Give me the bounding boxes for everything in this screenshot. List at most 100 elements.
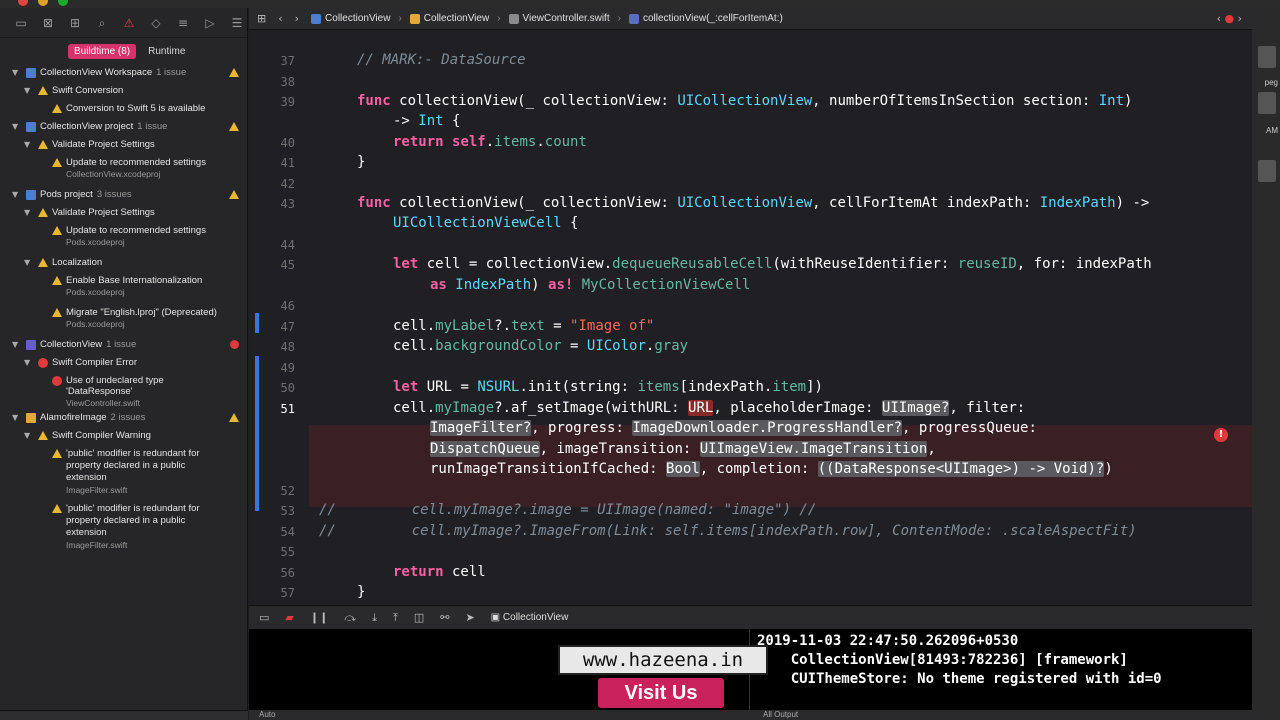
placeholder-token[interactable]: UIImage?: [881, 400, 950, 416]
disclosure-triangle-icon[interactable]: ▼: [24, 431, 30, 440]
forward-arrow-icon[interactable]: ›: [295, 12, 299, 25]
issue-label: 'public' modifier is redundant for: [66, 448, 200, 459]
error-icon[interactable]: !: [1214, 428, 1228, 442]
right-panel-thumb[interactable]: [1258, 92, 1276, 114]
issue-group-row[interactable]: ▼ AlamofireImage 2 issues: [0, 411, 248, 429]
issue-row[interactable]: Use of undeclared type 'DataResponse' View…: [0, 374, 248, 411]
previous-issue-icon[interactable]: ‹: [1217, 12, 1221, 25]
pause-icon[interactable]: ❙❙: [310, 611, 328, 624]
placeholder-token[interactable]: DispatchQueue: [430, 441, 540, 457]
right-panel-thumb[interactable]: [1258, 160, 1276, 182]
breakpoint-icon[interactable]: ▷: [203, 17, 217, 29]
disclosure-triangle-icon[interactable]: ▼: [12, 122, 18, 131]
warning-icon: [52, 276, 62, 285]
right-panel-thumb[interactable]: [1258, 46, 1276, 68]
issue-category-row[interactable]: ▼ Swift Compiler Error: [0, 356, 248, 374]
code-token: gray: [654, 338, 689, 354]
issue-group-row[interactable]: ▼ CollectionView 1 issue: [0, 338, 248, 356]
disclosure-triangle-icon[interactable]: ▼: [24, 140, 30, 149]
step-over-icon[interactable]: ⤼: [344, 611, 356, 625]
disclosure-triangle-icon[interactable]: ▼: [12, 190, 18, 199]
warning-icon: [38, 86, 48, 95]
disclosure-triangle-icon[interactable]: ▼: [12, 340, 18, 349]
disclosure-triangle-icon[interactable]: ▼: [24, 358, 30, 367]
next-issue-icon[interactable]: ›: [1238, 12, 1242, 25]
breadcrumb-method[interactable]: collectionView(_:cellForItemAt:): [628, 13, 783, 24]
placeholder-token[interactable]: URL: [688, 400, 714, 416]
method-icon: [628, 13, 639, 24]
debug-target[interactable]: ▣ CollectionView: [491, 612, 569, 623]
console-output-select[interactable]: All Output: [763, 710, 798, 719]
code-editor[interactable]: ! 37 // MARK:- DataSource 38 39 func collect…: [249, 38, 1252, 608]
disclosure-triangle-icon[interactable]: ▼: [12, 68, 18, 77]
project-file-icon: [26, 68, 36, 78]
navigator-filter-bar[interactable]: [0, 710, 248, 720]
line-number: 46: [280, 299, 295, 313]
breadcrumb-project[interactable]: CollectionView: [311, 13, 390, 24]
issue-warning-icon[interactable]: ⚠: [122, 17, 136, 29]
error-indicator-icon[interactable]: ●: [1224, 12, 1234, 25]
placeholder-token[interactable]: UIImageView.ImageTransition: [699, 441, 928, 457]
memory-graph-icon[interactable]: ⚯: [440, 611, 449, 624]
code-line: }: [357, 584, 365, 600]
step-out-icon[interactable]: ⤒: [393, 611, 398, 625]
issue-row[interactable]: 'public' modifier is redundant for proper…: [0, 447, 248, 502]
buildtime-tab[interactable]: Buildtime (8): [68, 43, 137, 59]
code-token: ?.af_setImage(withURL:: [494, 400, 689, 416]
source-control-icon[interactable]: ⊠: [41, 17, 55, 29]
placeholder-token[interactable]: ((DataResponse<UIImage>) -> Void)?: [817, 461, 1105, 477]
code-token: ?.: [494, 318, 512, 334]
issue-row[interactable]: Update to recommended settings Collection…: [0, 156, 248, 188]
issue-label: Conversion to Swift 5 is available: [66, 103, 206, 114]
runtime-tab[interactable]: Runtime: [142, 44, 191, 59]
issue-row[interactable]: 'public' modifier is redundant for proper…: [0, 502, 248, 557]
code-token: , progressQueue:: [902, 420, 1037, 436]
disclosure-triangle-icon[interactable]: ▼: [12, 413, 18, 422]
issue-category-row[interactable]: ▼ Swift Compiler Warning: [0, 429, 248, 447]
disclosure-triangle-icon[interactable]: ▼: [24, 86, 30, 95]
breakpoints-toggle-icon[interactable]: ▰: [285, 611, 293, 624]
placeholder-token[interactable]: ImageDownloader.ProgressHandler?: [632, 420, 903, 436]
disclosure-triangle-icon[interactable]: ▼: [24, 208, 30, 217]
code-token: myLabel: [435, 318, 495, 334]
view-hierarchy-icon[interactable]: ◫: [414, 611, 424, 624]
issue-row[interactable]: Update to recommended settings Pods.xcode…: [0, 224, 248, 256]
code-token: // MARK:- DataSource: [357, 52, 526, 68]
issue-group-row[interactable]: ▼ Pods project 3 issues: [0, 188, 248, 206]
issue-label: Validate Project Settings: [52, 139, 155, 150]
issue-group-row[interactable]: ▼ CollectionView Workspace 1 issue: [0, 66, 248, 84]
close-window-icon[interactable]: [18, 0, 28, 6]
grid-icon[interactable]: ⊞: [257, 12, 266, 25]
issue-row[interactable]: Migrate "English.lproj" (Deprecated) Pods…: [0, 306, 248, 338]
issue-group-row[interactable]: ▼ CollectionView project 1 issue: [0, 120, 248, 138]
issue-category-row[interactable]: ▼ Validate Project Settings: [0, 206, 248, 224]
symbol-icon[interactable]: ⊞: [68, 17, 82, 29]
issue-category-row[interactable]: ▼ Localization: [0, 256, 248, 274]
hide-debug-area-icon[interactable]: ▭: [259, 611, 269, 624]
step-into-icon[interactable]: ⤓: [372, 611, 377, 625]
code-line: -> Int {: [393, 113, 460, 129]
back-arrow-icon[interactable]: ‹: [278, 12, 282, 25]
zoom-window-icon[interactable]: [58, 0, 68, 6]
disclosure-triangle-icon[interactable]: ▼: [24, 258, 30, 267]
issue-category-row[interactable]: ▼ Validate Project Settings: [0, 138, 248, 156]
minimize-window-icon[interactable]: [38, 0, 48, 6]
issue-category-row[interactable]: ▼ Swift Conversion: [0, 84, 248, 102]
console-footer: Auto All Output: [249, 710, 1252, 720]
location-icon[interactable]: ➤: [465, 611, 474, 624]
issue-row[interactable]: Conversion to Swift 5 is available: [0, 102, 248, 120]
test-icon[interactable]: ◇: [149, 17, 163, 29]
variables-scope-select[interactable]: Auto: [259, 710, 275, 719]
line-number: 52: [280, 484, 295, 498]
code-token: MyCollectionViewCell: [581, 277, 751, 293]
folder-icon[interactable]: ▭: [14, 17, 28, 29]
issue-row[interactable]: Enable Base Internationalization Pods.xco…: [0, 274, 248, 306]
find-icon[interactable]: ⌕: [95, 17, 109, 29]
placeholder-token[interactable]: ImageFilter?: [430, 420, 532, 436]
breadcrumb-folder[interactable]: CollectionView: [409, 13, 489, 24]
debug-icon[interactable]: ≡: [176, 17, 190, 29]
warning-icon: [38, 140, 48, 149]
breadcrumb-file[interactable]: ViewController.swift: [508, 13, 610, 24]
report-icon[interactable]: ☰: [230, 17, 244, 29]
placeholder-token[interactable]: Bool: [666, 461, 700, 477]
